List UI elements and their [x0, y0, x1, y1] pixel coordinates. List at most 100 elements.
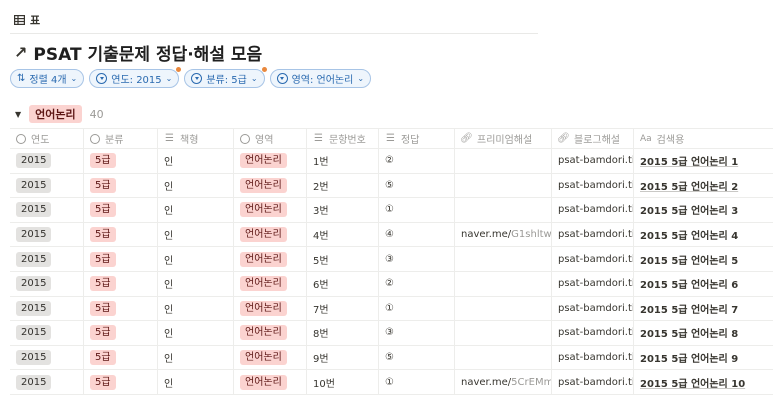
cell-blog[interactable]: psat-bamdori.tist: [552, 345, 634, 370]
table-row[interactable]: 2015 5급 인 언어논리 10번 ① naver.me/5CrEMmrl psat-bam…: [10, 370, 773, 395]
page-title[interactable]: ↗ PSAT 기출문제 정답·해설 모음: [14, 40, 262, 65]
blog-link[interactable]: psat-bamdori.tist: [558, 278, 633, 289]
blog-link[interactable]: psat-bamdori.tist: [558, 229, 633, 240]
cell-book[interactable]: 인: [158, 271, 234, 296]
cell-premium[interactable]: [455, 321, 552, 345]
column-header-premium[interactable]: 🔗︎ 프리미엄해설: [455, 129, 552, 148]
cell-book[interactable]: 인: [158, 370, 234, 394]
cell-search[interactable]: 2015 5급 언어논리 9: [634, 346, 773, 370]
search-title[interactable]: 2015 5급 언어논리 10: [640, 375, 745, 390]
cell-blog[interactable]: psat-bamdori.tist: [552, 271, 634, 296]
cell-search[interactable]: 2015 5급 언어논리 4: [634, 223, 773, 247]
cell-area[interactable]: 언어논리: [234, 271, 307, 296]
cell-blog[interactable]: psat-bamdori.tist: [552, 296, 634, 321]
column-header-grade[interactable]: 분류: [84, 129, 158, 148]
view-tab-table[interactable]: 표: [14, 12, 40, 28]
cell-blog[interactable]: psat-bamdori.tist: [552, 173, 634, 198]
cell-grade[interactable]: 5급: [84, 271, 158, 296]
search-title[interactable]: 2015 5급 언어논리 7: [640, 301, 738, 316]
collapse-toggle-icon[interactable]: ▼: [15, 110, 21, 119]
cell-area[interactable]: 언어논리: [234, 173, 307, 198]
filter-chip-grade[interactable]: 분류: 5급 ⌄: [184, 67, 267, 88]
cell-search[interactable]: 2015 5급 언어논리 1: [634, 149, 773, 173]
cell-area[interactable]: 언어논리: [234, 370, 307, 394]
cell-answer[interactable]: ②: [379, 149, 455, 173]
cell-year[interactable]: 2015: [10, 271, 84, 296]
search-title[interactable]: 2015 5급 언어논리 1: [640, 153, 738, 168]
cell-area[interactable]: 언어논리: [234, 247, 307, 271]
cell-blog[interactable]: psat-bamdori.tist: [552, 370, 634, 394]
cell-number[interactable]: 5번: [307, 247, 379, 271]
blog-link[interactable]: psat-bamdori.tist: [558, 303, 633, 314]
cell-answer[interactable]: ①: [379, 370, 455, 394]
search-title[interactable]: 2015 5급 언어논리 3: [640, 202, 738, 217]
cell-premium[interactable]: [455, 173, 552, 198]
cell-premium[interactable]: naver.me/G1shltwl: [455, 222, 552, 247]
blog-link[interactable]: psat-bamdori.tist: [558, 155, 633, 166]
cell-search[interactable]: 2015 5급 언어논리 6: [634, 272, 773, 296]
filter-chip-year[interactable]: 연도: 2015 ⌄: [89, 67, 182, 88]
cell-search[interactable]: 2015 5급 언어논리 7: [634, 297, 773, 321]
cell-grade[interactable]: 5급: [84, 321, 158, 345]
cell-number[interactable]: 1번: [307, 149, 379, 173]
column-header-number[interactable]: ☰ 문항번호: [307, 129, 379, 148]
cell-number[interactable]: 4번: [307, 222, 379, 247]
cell-area[interactable]: 언어논리: [234, 149, 307, 173]
cell-number[interactable]: 9번: [307, 345, 379, 370]
column-header-blog[interactable]: 🔗︎ 블로그해설: [552, 129, 634, 148]
cell-year[interactable]: 2015: [10, 222, 84, 247]
cell-book[interactable]: 인: [158, 247, 234, 271]
column-header-answer[interactable]: ☰ 정답: [379, 129, 455, 148]
cell-year[interactable]: 2015: [10, 296, 84, 321]
cell-grade[interactable]: 5급: [84, 149, 158, 173]
group-header[interactable]: ▼ 언어논리 40: [15, 105, 104, 123]
table-row[interactable]: 2015 5급 인 언어논리 7번 ① psat-bamdori.tist 2015 5급 언…: [10, 296, 773, 322]
cell-answer[interactable]: ①: [379, 296, 455, 321]
cell-answer[interactable]: ③: [379, 247, 455, 271]
column-header-area[interactable]: 영역: [234, 129, 307, 148]
cell-blog[interactable]: psat-bamdori.tist: [552, 321, 634, 345]
cell-blog[interactable]: psat-bamdori.tist: [552, 222, 634, 247]
cell-grade[interactable]: 5급: [84, 173, 158, 198]
table-row[interactable]: 2015 5급 인 언어논리 2번 ⑤ psat-bamdori.tist 2015 5급 언…: [10, 173, 773, 199]
blog-link[interactable]: psat-bamdori.tist: [558, 204, 633, 215]
cell-year[interactable]: 2015: [10, 173, 84, 198]
cell-book[interactable]: 인: [158, 173, 234, 198]
search-title[interactable]: 2015 5급 언어논리 5: [640, 252, 738, 267]
sort-chip[interactable]: ⇅ 정렬 4개 ⌄: [10, 69, 85, 88]
cell-premium[interactable]: [455, 198, 552, 222]
cell-search[interactable]: 2015 5급 언어논리 3: [634, 198, 773, 222]
table-row[interactable]: 2015 5급 인 언어논리 6번 ② psat-bamdori.tist 2015 5급 언…: [10, 271, 773, 297]
cell-year[interactable]: 2015: [10, 198, 84, 222]
cell-grade[interactable]: 5급: [84, 345, 158, 370]
cell-search[interactable]: 2015 5급 언어논리 5: [634, 247, 773, 271]
cell-answer[interactable]: ④: [379, 222, 455, 247]
cell-year[interactable]: 2015: [10, 370, 84, 394]
search-title[interactable]: 2015 5급 언어논리 4: [640, 227, 738, 242]
cell-premium[interactable]: [455, 271, 552, 296]
cell-number[interactable]: 6번: [307, 271, 379, 296]
premium-link[interactable]: naver.me/5CrEMmrl: [461, 377, 551, 388]
cell-book[interactable]: 인: [158, 198, 234, 222]
cell-grade[interactable]: 5급: [84, 198, 158, 222]
search-title[interactable]: 2015 5급 언어논리 2: [640, 178, 738, 193]
table-row[interactable]: 2015 5급 인 언어논리 5번 ③ psat-bamdori.tist 2015 5급 언…: [10, 247, 773, 272]
cell-book[interactable]: 인: [158, 345, 234, 370]
cell-area[interactable]: 언어논리: [234, 321, 307, 345]
search-title[interactable]: 2015 5급 언어논리 9: [640, 350, 738, 365]
table-row[interactable]: 2015 5급 인 언어논리 9번 ⑤ psat-bamdori.tist 2015 5급 언…: [10, 345, 773, 371]
cell-book[interactable]: 인: [158, 296, 234, 321]
cell-premium[interactable]: [455, 345, 552, 370]
cell-number[interactable]: 7번: [307, 296, 379, 321]
search-title[interactable]: 2015 5급 언어논리 6: [640, 276, 738, 291]
column-header-year[interactable]: 연도: [10, 129, 84, 148]
column-header-search[interactable]: Aa 검색용: [634, 129, 773, 148]
blog-link[interactable]: psat-bamdori.tist: [558, 180, 633, 191]
cell-number[interactable]: 3번: [307, 198, 379, 222]
table-row[interactable]: 2015 5급 인 언어논리 3번 ① psat-bamdori.tist 2015 5급 언…: [10, 198, 773, 223]
cell-blog[interactable]: psat-bamdori.tist: [552, 247, 634, 271]
table-row[interactable]: 2015 5급 인 언어논리 8번 ③ psat-bamdori.tist 2015 5급 언…: [10, 321, 773, 346]
search-title[interactable]: 2015 5급 언어논리 8: [640, 325, 738, 340]
cell-premium[interactable]: [455, 296, 552, 321]
cell-area[interactable]: 언어논리: [234, 222, 307, 247]
